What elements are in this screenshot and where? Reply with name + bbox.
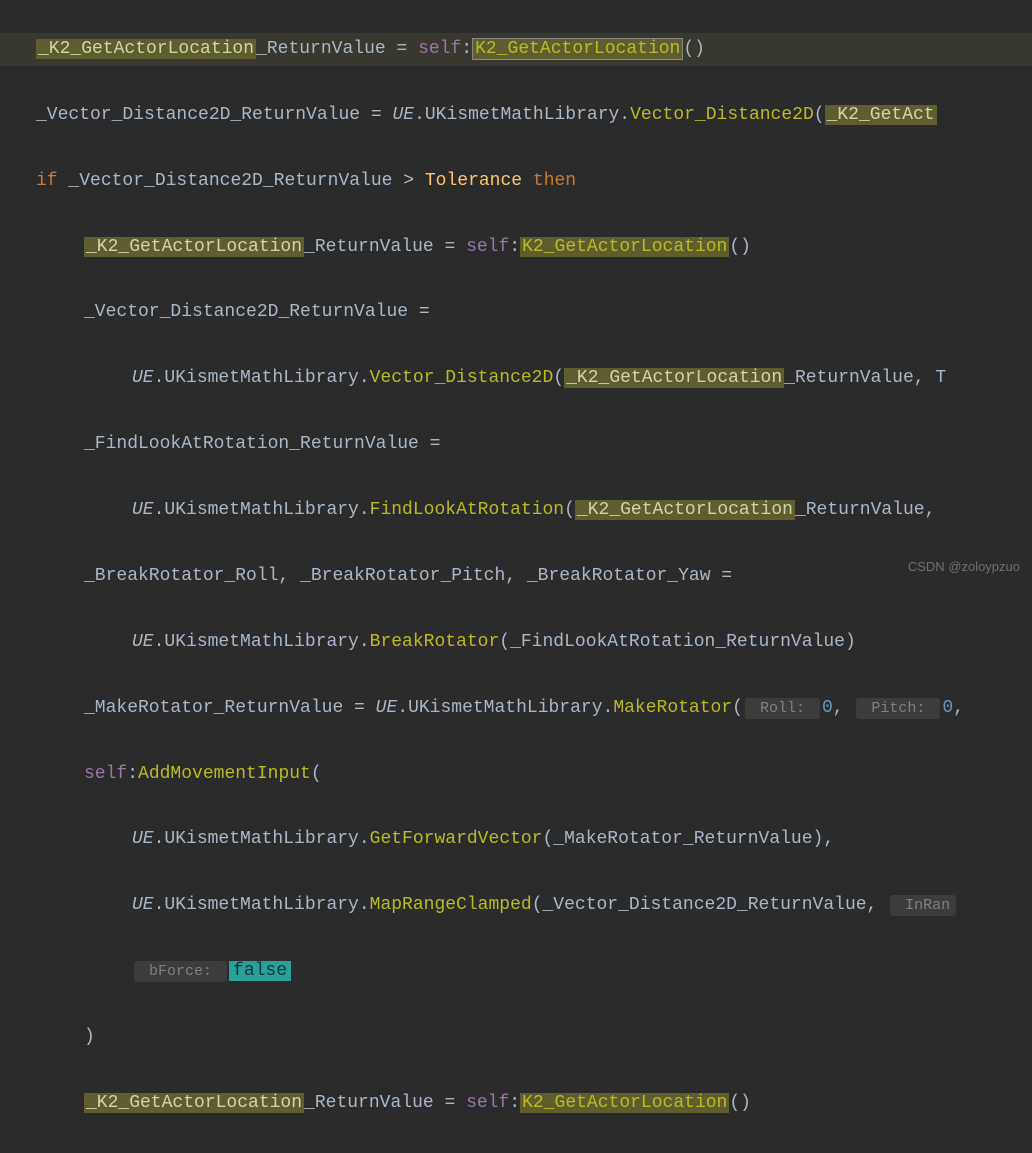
- param-hint: Roll:: [745, 698, 820, 719]
- then-keyword: then: [533, 171, 576, 191]
- highlighted-variable: _K2_GetAct: [825, 105, 937, 125]
- function-call: BreakRotator: [370, 632, 500, 652]
- code-line: self:AddMovementInput(: [0, 758, 1032, 791]
- code-editor[interactable]: _K2_GetActorLocation_ReturnValue = self:…: [0, 0, 1032, 1153]
- highlighted-variable: _K2_GetActorLocation: [84, 237, 304, 257]
- ue-type: UE: [376, 698, 398, 718]
- param-hint: InRan: [890, 895, 956, 916]
- number-literal: 0: [942, 698, 953, 718]
- function-call: Vector_Distance2D: [630, 105, 814, 125]
- ue-type: UE: [132, 368, 154, 388]
- self-keyword: self: [84, 764, 127, 784]
- number-literal: 0: [822, 698, 833, 718]
- code-line: UE.UKismetMathLibrary.GetForwardVector(_…: [0, 823, 1032, 856]
- code-line: bForce: false: [0, 955, 1032, 988]
- code-line: UE.UKismetMathLibrary.MapRangeClamped(_V…: [0, 889, 1032, 922]
- highlighted-variable: _K2_GetActorLocation: [84, 1093, 304, 1113]
- function-call: MapRangeClamped: [370, 895, 532, 915]
- function-call: FindLookAtRotation: [370, 500, 564, 520]
- watermark: CSDN @zoloypzuo: [908, 555, 1020, 579]
- ue-type: UE: [132, 632, 154, 652]
- code-line: UE.UKismetMathLibrary.Vector_Distance2D(…: [0, 362, 1032, 395]
- highlighted-variable: _K2_GetActorLocation: [36, 39, 256, 59]
- highlighted-variable: _K2_GetActorLocation: [564, 368, 784, 388]
- code-line: _MakeRotator_ReturnValue = UE.UKismetMat…: [0, 692, 1032, 725]
- code-line: _BreakRotator_Roll, _BreakRotator_Pitch,…: [0, 560, 1032, 593]
- boxed-function: K2_GetActorLocation: [472, 38, 683, 60]
- self-keyword: self: [466, 1093, 509, 1113]
- self-keyword: self: [418, 39, 461, 59]
- function-call: GetForwardVector: [370, 829, 543, 849]
- param-hint: Pitch:: [856, 698, 940, 719]
- function-call: MakeRotator: [613, 698, 732, 718]
- highlighted-function: K2_GetActorLocation: [520, 1093, 729, 1113]
- code-line: _K2_GetActorLocation_ReturnValue = self:…: [0, 1087, 1032, 1120]
- code-line: UE.UKismetMathLibrary.FindLookAtRotation…: [0, 494, 1032, 527]
- code-line: _K2_GetActorLocation_ReturnValue = self:…: [0, 33, 1032, 66]
- code-line: UE.UKismetMathLibrary.BreakRotator(_Find…: [0, 626, 1032, 659]
- ue-type: UE: [132, 500, 154, 520]
- highlighted-variable: _K2_GetActorLocation: [575, 500, 795, 520]
- highlighted-function: K2_GetActorLocation: [520, 237, 729, 257]
- code-line: _K2_GetActorLocation_ReturnValue = self:…: [0, 231, 1032, 264]
- tolerance-var: Tolerance: [425, 171, 522, 191]
- code-line: _FindLookAtRotation_ReturnValue =: [0, 428, 1032, 461]
- code-line: if _Vector_Distance2D_ReturnValue > Tole…: [0, 165, 1032, 198]
- code-line: ): [0, 1021, 1032, 1054]
- function-call: Vector_Distance2D: [370, 368, 554, 388]
- if-keyword: if: [36, 171, 58, 191]
- code-line: _Vector_Distance2D_ReturnValue =: [0, 296, 1032, 329]
- code-line: _Vector_Distance2D_ReturnValue = UE.UKis…: [0, 99, 1032, 132]
- function-call: AddMovementInput: [138, 764, 311, 784]
- self-keyword: self: [466, 237, 509, 257]
- param-hint: bForce:: [134, 961, 227, 982]
- ue-type: UE: [132, 895, 154, 915]
- ue-type: UE: [132, 829, 154, 849]
- ue-type: UE: [392, 105, 414, 125]
- false-literal: false: [229, 961, 291, 981]
